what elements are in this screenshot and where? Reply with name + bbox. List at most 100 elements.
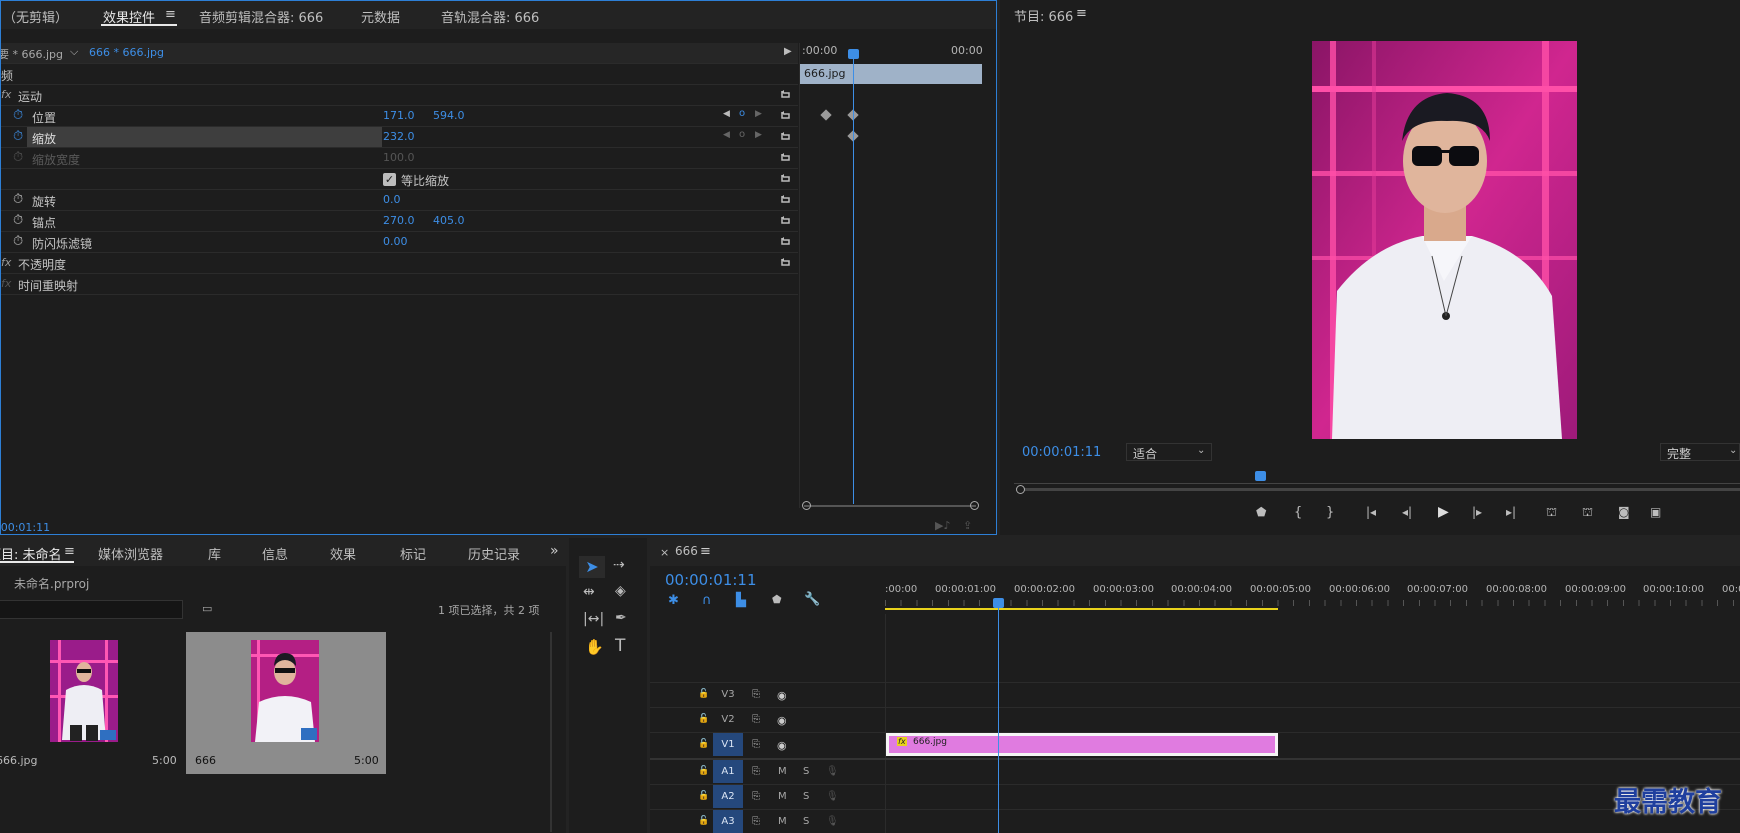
anchor-x-value[interactable]: 270.0 [383,214,415,227]
linked-selection-icon[interactable]: ▙ [736,593,746,608]
anchor-y-value[interactable]: 405.0 [433,214,465,227]
lock-icon[interactable]: 🔓 [698,739,709,749]
stopwatch-icon[interactable]: ⏱ [13,213,23,228]
track-header-a2[interactable]: 🔓 A2 ⎘ M S 🎙 [650,785,885,809]
position-x-value[interactable]: 171.0 [383,109,415,122]
playhead-handle[interactable] [848,49,859,59]
uniform-scale-row[interactable]: ✓ 等比缩放 [1,169,798,190]
new-bin-icon[interactable]: ▭ [202,602,212,615]
lift-icon[interactable]: ⛫ [1546,505,1557,521]
quality-select[interactable]: 完整 ⌄ [1660,443,1740,461]
track-header-v2[interactable]: 🔓 V2 ⎘ ◉ [650,708,885,732]
hand-tool-icon[interactable]: ✋ [585,638,604,656]
zoom-handle-left[interactable] [1016,485,1025,494]
antiflicker-row[interactable]: ⏱ 防闪烁滤镜 0.00 [1,232,798,253]
prev-keyframe-icon[interactable]: ◀ [723,109,730,119]
solo-button[interactable]: S [803,766,809,777]
stopwatch-icon[interactable]: ⏱ [13,192,23,207]
snap-in-nest-icon[interactable]: ✱ [668,593,679,608]
microphone-icon[interactable]: 🎙 [826,766,839,777]
eye-icon[interactable]: ◉ [777,714,787,727]
tab-info[interactable]: 信息 [262,544,288,563]
timeline-playhead-handle[interactable] [993,598,1004,608]
tab-history[interactable]: 历史记录 [468,544,520,563]
add-keyframe-icon[interactable]: o [739,129,745,140]
selection-tool-icon[interactable]: ➤ [579,556,605,578]
sync-lock-icon[interactable]: ⎘ [752,816,760,827]
add-marker-icon[interactable]: ⬟ [772,593,782,606]
add-marker-icon[interactable]: ⬟ [1256,505,1266,519]
zoom-scrollbar[interactable] [804,505,976,507]
next-keyframe-icon[interactable]: ▶ [755,109,762,119]
mute-button[interactable]: M [778,766,787,777]
stopwatch-icon[interactable]: ⏱ [13,108,23,123]
type-tool-icon[interactable]: T [615,636,625,656]
tab-audio-clip-mixer[interactable]: 音频剪辑混合器: 666 [199,7,323,26]
panel-menu-icon[interactable]: ≡ [700,544,711,559]
snap-magnet-icon[interactable]: ∩ [702,593,712,608]
scale-row[interactable]: ⏱ 缩放 232.0 ◀ o ▶ [1,127,798,148]
work-area-bar[interactable] [885,608,1278,610]
track-label[interactable]: V1 [713,733,743,756]
position-y-value[interactable]: 594.0 [433,109,465,122]
position-keyframe[interactable] [820,109,832,121]
sync-lock-icon[interactable]: ⎘ [752,689,760,700]
microphone-icon[interactable]: 🎙 [826,791,839,802]
eye-icon[interactable]: ◉ [777,739,787,752]
track-label[interactable]: A2 [713,785,743,808]
program-timecode[interactable]: 00:00:01:11 [1022,445,1101,460]
lock-icon[interactable]: 🔓 [698,816,709,826]
reset-icon[interactable] [779,214,792,227]
reset-icon[interactable] [779,235,792,248]
media-item-selected[interactable]: 666 5:00 [186,632,386,774]
lock-icon[interactable]: 🔓 [698,791,709,801]
sync-lock-icon[interactable]: ⎘ [752,791,760,802]
prev-keyframe-icon[interactable]: ◀ [723,130,730,140]
time-remap-row[interactable]: fx 时间重映射 [1,274,798,295]
step-back-icon[interactable]: ◂| [1402,505,1412,519]
tab-markers[interactable]: 标记 [400,544,426,563]
program-title[interactable]: 节目: 666 [1014,6,1073,25]
master-clip-label[interactable]: 主要 * 666.jpg [1,46,63,62]
anchor-row[interactable]: ⏱ 锚点 270.0 405.0 [1,211,798,232]
fit-select[interactable]: 适合 ⌄ [1126,443,1212,461]
razor-tool-icon[interactable]: ◈ [615,583,626,599]
tab-metadata[interactable]: 元数据 [361,7,400,26]
mute-button[interactable]: M [778,816,787,827]
scale-value[interactable]: 232.0 [383,130,415,143]
timeline-timecode[interactable]: 00:00:01:11 [665,571,757,589]
tab-effects[interactable]: 效果 [330,544,356,563]
reset-icon[interactable] [779,109,792,122]
timeline-tab-close[interactable]: × [660,546,669,559]
lock-icon[interactable]: 🔓 [698,714,709,724]
camera-icon[interactable]: ◙ [1618,505,1630,519]
reset-icon[interactable] [779,172,792,185]
clip-bar[interactable]: 666.jpg [800,64,982,84]
panel-menu-icon[interactable]: ≡ [1076,6,1087,21]
track-header-v1[interactable]: 🔓 V1 ⎘ ◉ [650,733,885,757]
sync-lock-icon[interactable]: ⎘ [752,739,760,750]
mark-in-icon[interactable]: { [1294,505,1302,520]
panel-menu-icon[interactable]: ≡ [165,7,176,22]
rotation-row[interactable]: ⏱ 旋转 0.0 [1,190,798,211]
position-row[interactable]: ⏱ 位置 171.0 594.0 ◀ o ▶ [1,106,798,127]
program-playhead[interactable] [1255,471,1266,481]
reset-icon[interactable] [779,130,792,143]
antiflicker-value[interactable]: 0.00 [383,235,408,248]
track-label[interactable]: V3 [713,683,743,706]
program-scrollbar[interactable] [1016,488,1740,491]
microphone-icon[interactable]: 🎙 [826,816,839,827]
export-icon[interactable]: ⇪ [963,519,972,532]
wrench-icon[interactable]: 🔧 [804,592,820,607]
next-keyframe-icon[interactable]: ▶ [755,130,762,140]
comparison-view-icon[interactable]: ▣ [1650,505,1661,519]
lock-icon[interactable]: 🔓 [698,766,709,776]
tab-media-browser[interactable]: 媒体浏览器 [98,544,163,563]
sync-lock-icon[interactable]: ⎘ [752,714,760,725]
mute-button[interactable]: M [778,791,787,802]
sequence-clip-label[interactable]: 666 * 666.jpg [89,46,164,59]
add-keyframe-icon[interactable]: o [739,108,745,119]
step-forward-icon[interactable]: |▸ [1472,505,1482,519]
pen-tool-icon[interactable]: ✒ [615,610,627,626]
media-item[interactable]: 666.jpg 5:00 [0,632,185,772]
